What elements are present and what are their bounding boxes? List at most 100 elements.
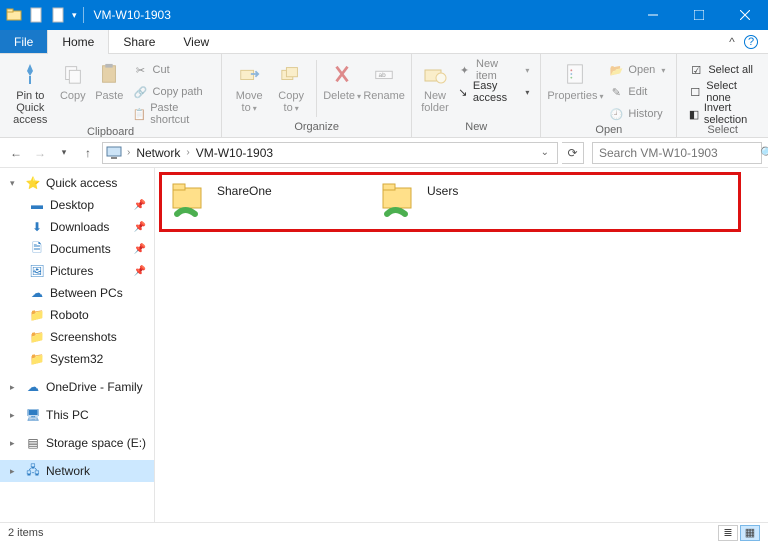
sidebar-item-downloads[interactable]: ⬇Downloads📌 bbox=[0, 216, 154, 238]
expand-icon[interactable]: ▸ bbox=[10, 410, 20, 421]
easy-access-button[interactable]: ↘Easy access▾ bbox=[454, 82, 533, 102]
share-item-users[interactable]: Users bbox=[375, 176, 585, 224]
cut-button[interactable]: ✂Cut bbox=[130, 60, 214, 80]
qat-overflow[interactable]: ▾ bbox=[72, 10, 77, 21]
properties-icon bbox=[561, 60, 589, 88]
computer-icon bbox=[105, 144, 123, 162]
breadcrumb-separator[interactable]: › bbox=[184, 147, 191, 158]
tab-share[interactable]: Share bbox=[109, 30, 169, 53]
expand-icon[interactable]: ▸ bbox=[10, 438, 20, 449]
desktop-icon: ▬ bbox=[28, 197, 46, 213]
folder-icon: 📁 bbox=[28, 351, 46, 367]
close-button[interactable] bbox=[722, 0, 768, 30]
copy-to-button[interactable]: Copy to▾ bbox=[270, 56, 312, 121]
sidebar-item-documents[interactable]: 🗎Documents📌 bbox=[0, 238, 154, 260]
help-button[interactable]: ? bbox=[744, 30, 768, 53]
move-to-button[interactable]: Move to▾ bbox=[228, 56, 270, 121]
search-icon[interactable]: 🔍 bbox=[760, 146, 768, 160]
properties-button[interactable]: Properties▾ bbox=[547, 56, 603, 124]
pin-icon: 📌 bbox=[134, 266, 146, 277]
rename-icon: ab bbox=[370, 60, 398, 88]
search-box[interactable]: 🔍 bbox=[592, 142, 762, 164]
copy-path-icon: 🔗 bbox=[133, 84, 149, 100]
tab-view[interactable]: View bbox=[169, 30, 223, 53]
sidebar-item-screenshots[interactable]: 📁Screenshots bbox=[0, 326, 154, 348]
pin-icon: 📌 bbox=[134, 244, 146, 255]
view-large-icons-button[interactable]: ▦ bbox=[740, 525, 760, 541]
paste-shortcut-icon: 📋 bbox=[133, 106, 147, 122]
pin-icon: 📌 bbox=[134, 200, 146, 211]
sidebar-quick-access[interactable]: ▾ ⭐ Quick access bbox=[0, 172, 154, 194]
sidebar-item-roboto[interactable]: 📁Roboto bbox=[0, 304, 154, 326]
copy-icon bbox=[59, 60, 87, 88]
breadcrumb-host[interactable]: VM-W10-1903 bbox=[194, 146, 275, 160]
sidebar-item-desktop[interactable]: ▬Desktop📌 bbox=[0, 194, 154, 216]
ribbon-group-new: New folder ✦New item▾ ↘Easy access▾ New bbox=[412, 54, 541, 137]
paste-button[interactable]: Paste bbox=[91, 56, 127, 126]
sidebar-item-system32[interactable]: 📁System32 bbox=[0, 348, 154, 370]
edit-button[interactable]: ✎Edit bbox=[605, 82, 668, 102]
back-button[interactable]: ← bbox=[6, 143, 26, 163]
ribbon-group-open: Properties▾ 📂Open▾ ✎Edit 🕘History Open bbox=[541, 54, 677, 137]
network-icon: 🖧 bbox=[24, 463, 42, 479]
minimize-button[interactable] bbox=[630, 0, 676, 30]
ribbon-group-clipboard: Pin to Quick access Copy Paste ✂Cut 🔗Cop… bbox=[0, 54, 222, 137]
address-bar[interactable]: › Network › VM-W10-1903 ⌄ bbox=[102, 142, 558, 164]
refresh-button[interactable]: ⟳ bbox=[562, 142, 584, 164]
content-area[interactable]: ShareOne Users bbox=[155, 168, 768, 522]
pin-icon bbox=[16, 60, 44, 88]
up-button[interactable]: ↑ bbox=[78, 143, 98, 163]
paste-shortcut-button[interactable]: 📋Paste shortcut bbox=[130, 104, 214, 124]
forward-button[interactable]: → bbox=[30, 143, 50, 163]
ribbon-collapse-button[interactable]: ^ bbox=[720, 30, 744, 53]
star-icon: ⭐ bbox=[24, 175, 42, 191]
new-folder-icon bbox=[421, 60, 449, 88]
new-item-button[interactable]: ✦New item▾ bbox=[454, 60, 533, 80]
sidebar-this-pc[interactable]: ▸🖥This PC bbox=[0, 404, 154, 426]
breadcrumb-network[interactable]: Network bbox=[134, 146, 182, 160]
new-folder-button[interactable]: New folder bbox=[418, 56, 452, 121]
sidebar-onedrive[interactable]: ▸☁OneDrive - Family bbox=[0, 376, 154, 398]
share-item-shareone[interactable]: ShareOne bbox=[165, 176, 375, 224]
file-menu[interactable]: File bbox=[0, 30, 47, 53]
select-none-button[interactable]: ☐Select none bbox=[685, 82, 760, 102]
sidebar-network[interactable]: ▸🖧Network bbox=[0, 460, 154, 482]
maximize-button[interactable] bbox=[676, 0, 722, 30]
delete-button[interactable]: Delete▾ bbox=[321, 56, 363, 121]
svg-text:ab: ab bbox=[379, 72, 387, 79]
pin-to-quick-access-button[interactable]: Pin to Quick access bbox=[6, 56, 55, 126]
copy-button[interactable]: Copy bbox=[55, 56, 91, 126]
tab-home[interactable]: Home bbox=[47, 30, 109, 53]
open-icon: 📂 bbox=[608, 62, 624, 78]
open-button[interactable]: 📂Open▾ bbox=[605, 60, 668, 80]
sidebar-drive[interactable]: ▸▤Storage space (E:) bbox=[0, 432, 154, 454]
expand-icon[interactable]: ▾ bbox=[10, 178, 20, 189]
expand-icon[interactable]: ▸ bbox=[10, 466, 20, 477]
move-to-icon bbox=[235, 60, 263, 88]
rename-button[interactable]: ab Rename bbox=[363, 56, 405, 121]
recent-locations-button[interactable]: ▾ bbox=[54, 143, 74, 163]
cut-icon: ✂ bbox=[133, 62, 149, 78]
history-button[interactable]: 🕘History bbox=[605, 104, 668, 124]
sidebar-item-between-pcs[interactable]: ☁Between PCs bbox=[0, 282, 154, 304]
copy-path-button[interactable]: 🔗Copy path bbox=[130, 82, 214, 102]
titlebar: ▾ VM-W10-1903 bbox=[0, 0, 768, 30]
view-details-button[interactable]: ≣ bbox=[718, 525, 738, 541]
invert-selection-icon: ◧ bbox=[688, 106, 700, 122]
ribbon: Pin to Quick access Copy Paste ✂Cut 🔗Cop… bbox=[0, 54, 768, 138]
window-title: VM-W10-1903 bbox=[90, 8, 171, 22]
select-all-icon: ☑ bbox=[688, 62, 704, 78]
history-icon: 🕘 bbox=[608, 106, 624, 122]
expand-icon[interactable]: ▸ bbox=[10, 382, 20, 393]
edit-icon: ✎ bbox=[608, 84, 624, 100]
address-dropdown[interactable]: ⌄ bbox=[535, 147, 555, 158]
invert-selection-button[interactable]: ◧Invert selection bbox=[685, 104, 760, 124]
breadcrumb-separator[interactable]: › bbox=[125, 147, 132, 158]
group-label: Open bbox=[547, 124, 670, 138]
sidebar-item-pictures[interactable]: 🖼Pictures📌 bbox=[0, 260, 154, 282]
search-input[interactable] bbox=[593, 146, 760, 160]
drive-icon: ▤ bbox=[24, 435, 42, 451]
select-all-button[interactable]: ☑Select all bbox=[685, 60, 760, 80]
nav-row: ← → ▾ ↑ › Network › VM-W10-1903 ⌄ ⟳ 🔍 bbox=[0, 138, 768, 168]
titlebar-icons: ▾ bbox=[0, 7, 77, 23]
